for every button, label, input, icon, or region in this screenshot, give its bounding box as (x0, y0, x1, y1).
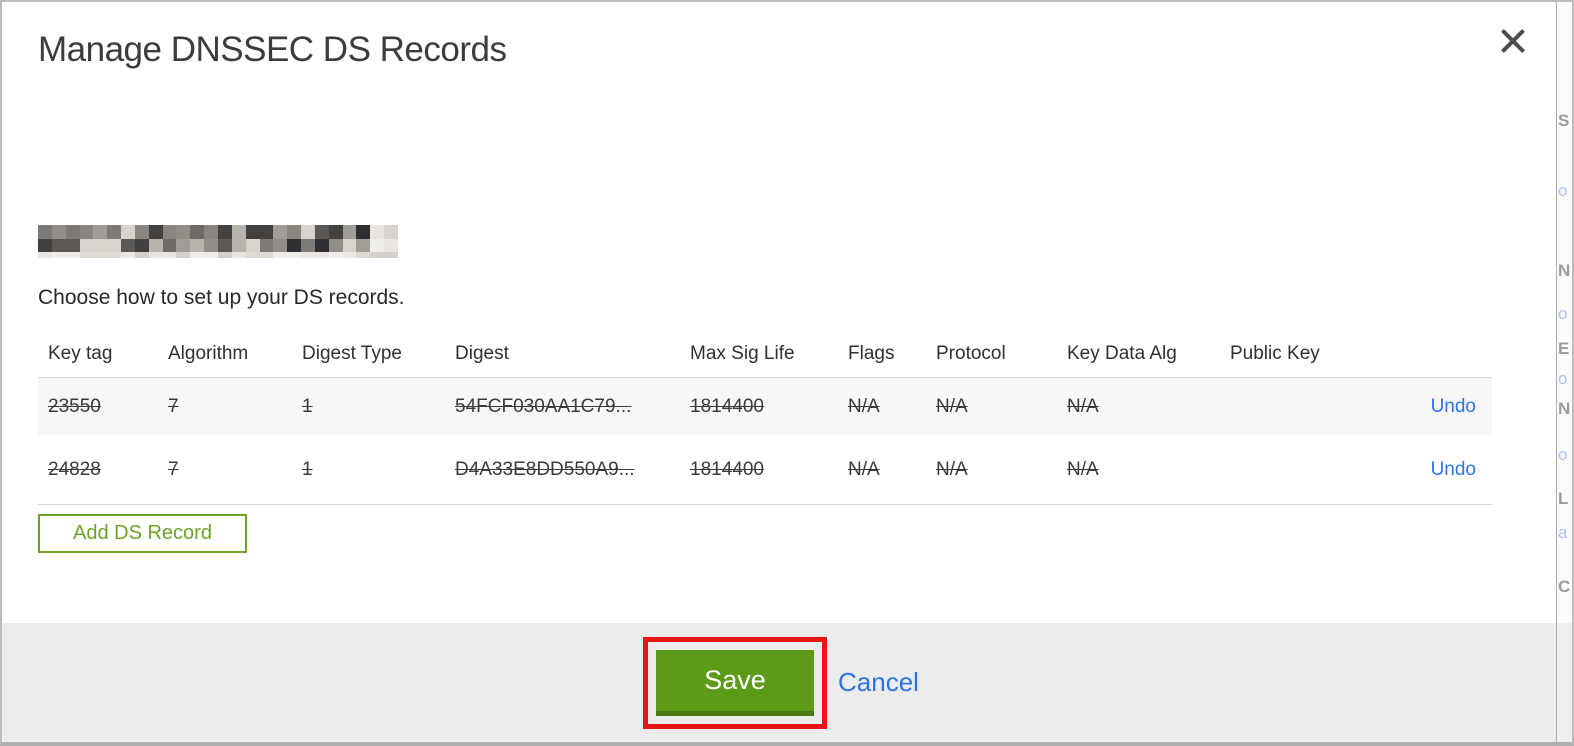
column-header-key-data-alg: Key Data Alg (1067, 343, 1177, 364)
dnssec-ds-records-modal: Manage DNSSEC DS Records Choose how to s… (0, 0, 1574, 746)
column-header-flags: Flags (848, 343, 895, 364)
background-text-fragment: S (1558, 111, 1570, 130)
background-text-fragment: C (1558, 577, 1571, 596)
column-header-digest-type: Digest Type (302, 343, 402, 364)
add-ds-record-button[interactable]: Add DS Record (38, 514, 247, 553)
instruction-text: Choose how to set up your DS records. (38, 286, 405, 309)
cell-key-data-alg: N/A (1067, 458, 1099, 480)
cell-key-tag: 24828 (48, 458, 101, 480)
cell-flags: N/A (848, 395, 880, 417)
background-page-sliver: SoNoEoNoLaC (1557, 0, 1574, 746)
cell-key-data-alg: N/A (1067, 395, 1099, 417)
table-header-row: Key tag Algorithm Digest Type Digest Max… (38, 331, 1492, 378)
save-highlight-annotation: Save (643, 637, 827, 729)
column-header-algorithm: Algorithm (168, 343, 249, 364)
background-text-fragment: o (1558, 369, 1568, 388)
redacted-domain-name (38, 225, 398, 258)
modal-body: Manage DNSSEC DS Records Choose how to s… (0, 0, 1557, 746)
cell-max-sig-life: 1814400 (690, 395, 764, 417)
cell-flags: N/A (848, 458, 880, 480)
background-page-footer-band (1557, 623, 1574, 746)
background-text-fragment: o (1558, 304, 1568, 323)
column-header-protocol: Protocol (936, 343, 1006, 364)
background-text-fragment: o (1558, 445, 1568, 464)
background-text-fragment: o (1558, 181, 1568, 200)
undo-link[interactable]: Undo (1431, 459, 1476, 480)
background-text-fragment: N (1558, 261, 1571, 280)
background-text-fragment: N (1558, 399, 1571, 418)
background-text-fragment: L (1558, 489, 1569, 508)
cancel-link[interactable]: Cancel (838, 667, 919, 698)
cell-digest: D4A33E8DD550A9... (455, 458, 635, 480)
table-row: 23550 7 1 54FCF030AA1C79... 1814400 N/A … (38, 378, 1492, 435)
column-header-key-tag: Key tag (48, 343, 113, 364)
cell-digest-type: 1 (302, 458, 313, 480)
table-row: 24828 7 1 D4A33E8DD550A9... 1814400 N/A … (38, 435, 1492, 505)
cell-digest-type: 1 (302, 395, 313, 417)
column-header-public-key: Public Key (1230, 343, 1320, 364)
column-header-digest: Digest (455, 343, 509, 364)
cell-digest: 54FCF030AA1C79... (455, 395, 632, 417)
column-header-max-sig-life: Max Sig Life (690, 343, 795, 364)
cell-algorithm: 7 (168, 395, 179, 417)
page-title: Manage DNSSEC DS Records (38, 30, 507, 69)
cell-protocol: N/A (936, 395, 968, 417)
cell-max-sig-life: 1814400 (690, 458, 764, 480)
save-button[interactable]: Save (656, 650, 814, 716)
close-icon[interactable] (1499, 27, 1527, 55)
background-text-fragment: a (1558, 523, 1568, 542)
cell-algorithm: 7 (168, 458, 179, 480)
modal-footer: Save Cancel (0, 623, 1556, 746)
ds-records-table: Key tag Algorithm Digest Type Digest Max… (38, 331, 1492, 505)
cell-key-tag: 23550 (48, 395, 101, 417)
background-text-fragment: E (1558, 339, 1570, 358)
cell-protocol: N/A (936, 458, 968, 480)
undo-link[interactable]: Undo (1431, 396, 1476, 417)
